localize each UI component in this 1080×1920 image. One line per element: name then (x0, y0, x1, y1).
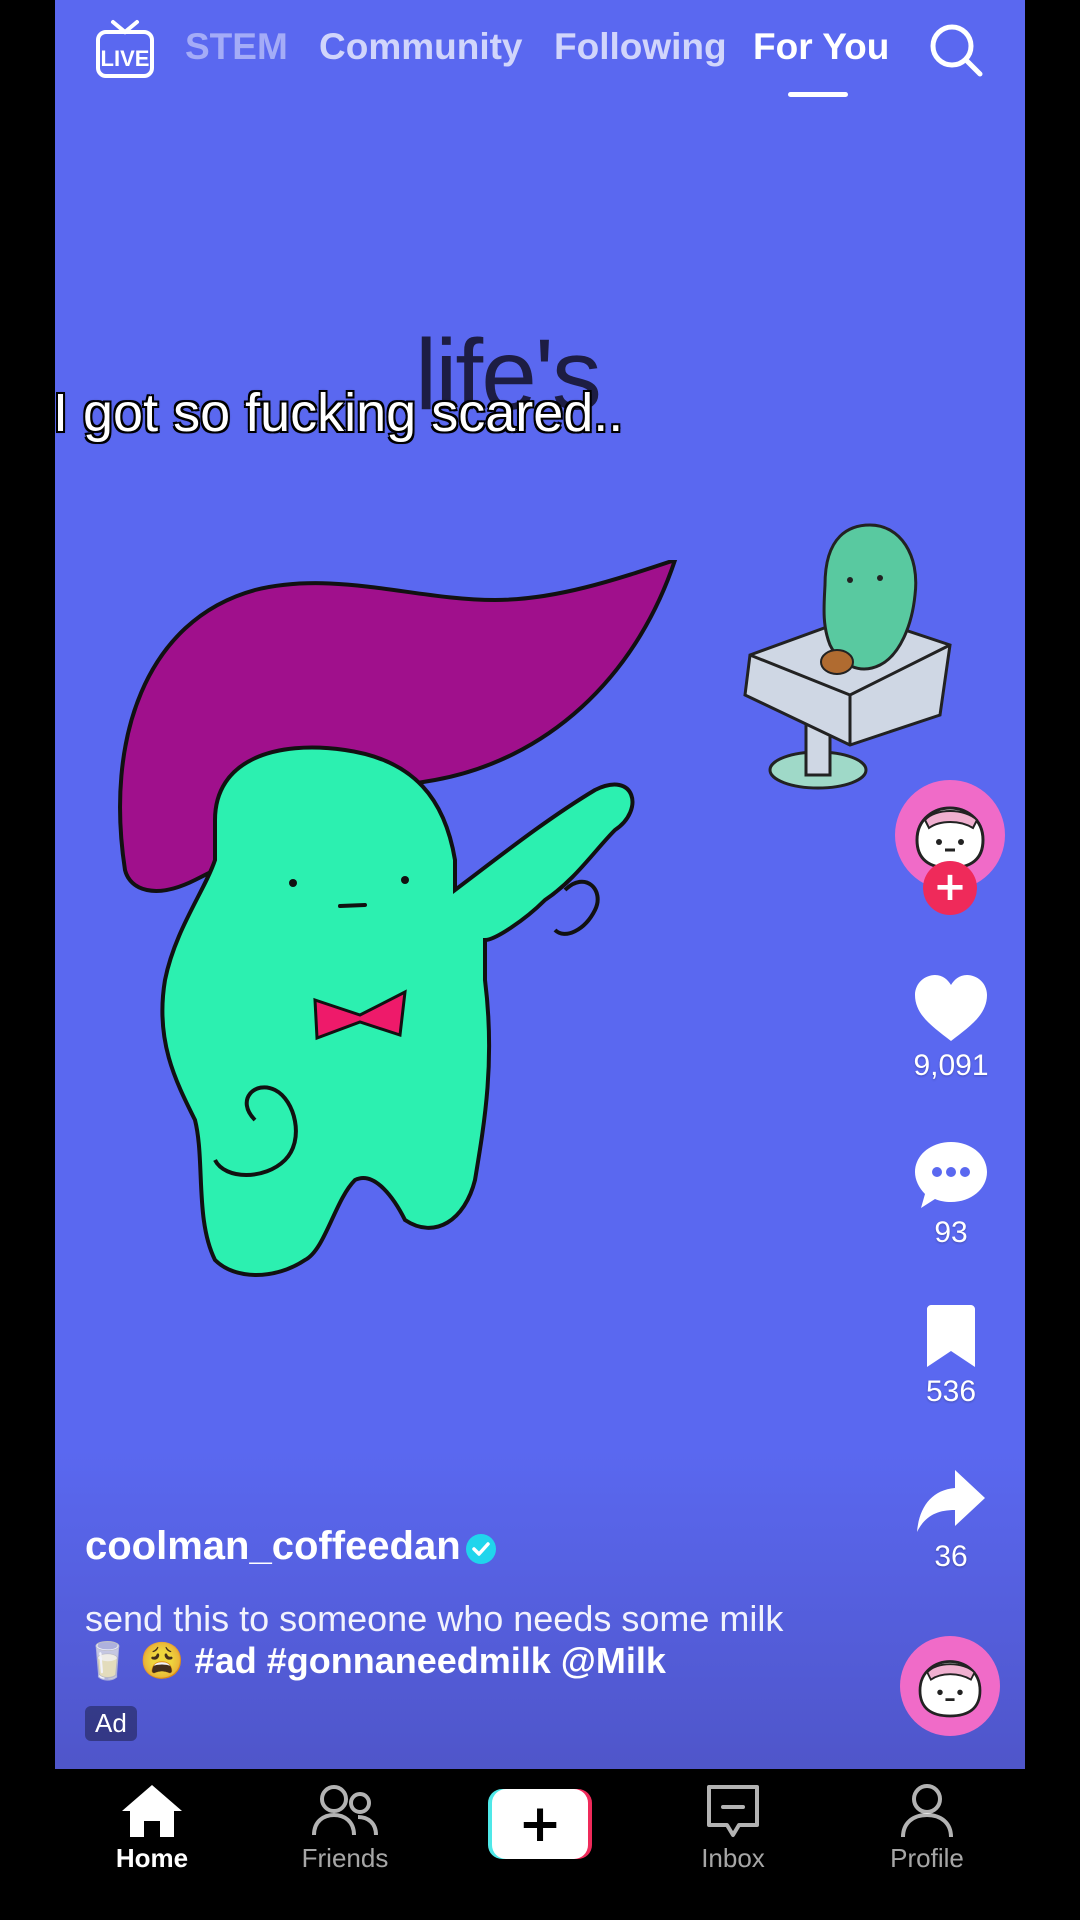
like-count: 9,091 (913, 1049, 989, 1082)
tab-for-you[interactable]: For You (753, 26, 889, 68)
nav-friends-label: Friends (301, 1843, 389, 1873)
creator-username[interactable]: coolman_coffeedan (85, 1524, 461, 1569)
nav-profile[interactable]: Profile (852, 1783, 1002, 1874)
bookmark-icon (927, 1305, 975, 1367)
live-tv-icon[interactable]: LIVE (95, 18, 155, 80)
inbox-icon (707, 1785, 759, 1837)
music-disc-image (918, 1660, 982, 1718)
video-small-character-illustration (743, 523, 952, 790)
search-icon[interactable] (928, 22, 984, 78)
video-player[interactable]: life's I got so fucking scared.. + 9,091… (55, 0, 1025, 1769)
share-count: 36 (934, 1540, 968, 1573)
share-button[interactable]: 36 (903, 1468, 999, 1574)
live-icon-label: LIVE (101, 46, 150, 71)
home-icon (122, 1785, 182, 1837)
create-video-button[interactable]: + (488, 1789, 592, 1859)
nav-inbox[interactable]: Inbox (658, 1783, 808, 1874)
comment-count: 93 (934, 1216, 968, 1249)
post-description: send this to someone who needs some milk… (85, 1598, 825, 1682)
plus-icon: + (518, 1794, 562, 1854)
top-navigation: LIVE STEM Community Following For You (55, 0, 1025, 110)
tab-stem[interactable]: STEM (185, 26, 288, 68)
comment-button[interactable]: 93 (903, 1140, 999, 1250)
nav-inbox-label: Inbox (701, 1843, 765, 1873)
like-button[interactable]: 9,091 (903, 975, 999, 1083)
video-caption: I got so fucking scared.. (55, 382, 624, 444)
post-hashtags[interactable]: #ad #gonnaneedmilk @Milk (195, 1640, 666, 1681)
tab-following[interactable]: Following (554, 26, 727, 68)
friends-icon (312, 1785, 378, 1836)
nav-profile-label: Profile (890, 1843, 964, 1873)
bottom-navigation: Home Friends + Inbox Profile (55, 1769, 1025, 1920)
save-count: 536 (925, 1375, 977, 1408)
ad-badge: Ad (85, 1706, 137, 1741)
comment-icon (915, 1142, 987, 1208)
nav-home[interactable]: Home (77, 1783, 227, 1874)
share-arrow-icon (917, 1470, 985, 1532)
verified-badge-icon (466, 1534, 496, 1564)
music-disc[interactable] (900, 1636, 1000, 1736)
nav-home-label: Home (115, 1843, 189, 1873)
active-tab-indicator (788, 92, 848, 97)
app-screen: life's I got so fucking scared.. + 9,091… (55, 0, 1025, 1920)
follow-plus-button[interactable]: + (923, 861, 977, 915)
tab-community[interactable]: Community (319, 26, 523, 68)
profile-icon (901, 1784, 953, 1838)
save-button[interactable]: 536 (903, 1305, 999, 1409)
nav-friends[interactable]: Friends (270, 1783, 420, 1874)
video-character-illustration (118, 560, 678, 1277)
heart-icon (915, 975, 987, 1041)
